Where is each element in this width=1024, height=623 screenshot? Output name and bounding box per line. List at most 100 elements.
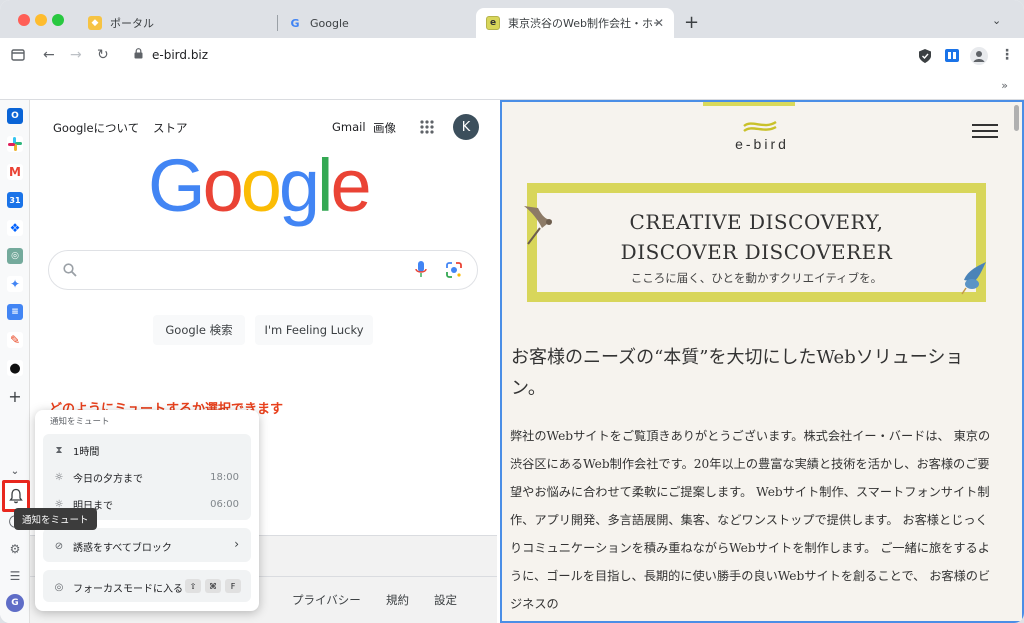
mute-option-1-hour[interactable]: ⧗ 1時間 [53, 443, 99, 458]
calendar-icon[interactable]: 31 [7, 192, 23, 208]
bookmarks-more-button[interactable]: » [1001, 79, 1008, 92]
hero-inner: CREATIVE DISCOVERY, DISCOVER DISCOVERER … [537, 193, 976, 292]
address-bar[interactable]: e-bird.biz [152, 48, 208, 62]
block-all-label: 誘惑をすべてブロック [73, 543, 172, 554]
search-icon [63, 263, 77, 277]
minimize-window-button[interactable] [35, 14, 47, 26]
collapse-chevron-icon[interactable]: ⌄ [7, 463, 23, 479]
mute-menu-title: 通知をミュート [50, 417, 110, 427]
tab-title: Google [310, 16, 349, 30]
chatgpt-icon[interactable]: ◎ [7, 248, 23, 264]
gmail-icon[interactable]: M [7, 164, 23, 180]
lock-icon[interactable] [134, 48, 143, 59]
hamburger-menu-icon[interactable] [972, 124, 998, 138]
list-icon[interactable]: ☰ [7, 568, 23, 584]
mute-option-label: 今日の夕方まで [73, 474, 143, 485]
close-tab-icon[interactable]: ✕ [654, 16, 664, 30]
mute-tooltip: 通知をミュート [14, 508, 97, 530]
logo-letter: o [240, 144, 282, 227]
top-accent-bar [703, 102, 795, 106]
privacy-link[interactable]: プライバシー [292, 592, 361, 608]
maximize-window-button[interactable] [52, 14, 64, 26]
about-link[interactable]: Googleについて [53, 120, 139, 136]
bird-illustration-icon [524, 206, 552, 245]
sidebar-toggle-icon[interactable] [11, 49, 25, 61]
tab-strip: ◆ ポータル G Google e 東京渋谷のWeb制作会社・ホーム ✕ + ⌄ [0, 0, 1024, 38]
docs-icon[interactable]: ≡ [7, 304, 23, 320]
mute-option-time: 06:00 [210, 499, 239, 510]
mute-option-time: 18:00 [210, 472, 239, 483]
tab-portal[interactable]: ◆ ポータル [80, 8, 275, 38]
toolbar: ← → ↻ e-bird.biz ⋮ [0, 38, 1024, 74]
app-icon[interactable]: ✎ [7, 332, 23, 348]
block-icon: ⊘ [54, 541, 64, 552]
side-panel: O M 31 ❖ ◎ ✦ ≡ ✎ ● + ⌄ ⓘ ⚙ ☰ G [0, 100, 30, 623]
settings-gear-icon[interactable]: ⚙ [7, 541, 23, 557]
ebird-favicon-icon: e [486, 16, 500, 30]
mute-option-label: 1時間 [73, 447, 100, 458]
forward-icon[interactable]: → [70, 47, 82, 63]
search-input[interactable] [48, 250, 478, 290]
store-link[interactable]: ストア [153, 120, 188, 136]
tab-title: 東京渋谷のWeb制作会社・ホーム [508, 17, 658, 30]
chevron-right-icon: › [234, 537, 239, 551]
shortcut-key: F [225, 579, 241, 593]
close-window-button[interactable] [18, 14, 30, 26]
outlook-icon[interactable]: O [7, 108, 23, 124]
account-avatar[interactable]: K [453, 114, 479, 140]
tab-google[interactable]: G Google [280, 8, 475, 38]
scrollbar-thumb[interactable] [1014, 105, 1019, 131]
tab-search-chevron-icon[interactable]: ⌄ [992, 14, 1001, 27]
settings-link[interactable]: 設定 [434, 592, 457, 608]
focus-mode-item: ◎ フォーカスモードに入る [53, 580, 183, 595]
block-all-item: ⊘ 誘惑をすべてブロック [53, 539, 172, 554]
gmail-link[interactable]: Gmail [332, 120, 366, 134]
focus-mode-label: フォーカスモードに入る [73, 584, 183, 595]
profile-avatar-icon[interactable] [970, 47, 988, 65]
google-lens-icon[interactable] [446, 262, 462, 278]
logo-letter: G [148, 144, 206, 227]
logo-letter: o [202, 144, 244, 227]
tab-ebird[interactable]: e 東京渋谷のWeb制作会社・ホーム ✕ [476, 8, 674, 38]
microphone-icon[interactable] [415, 261, 427, 279]
terms-link[interactable]: 規約 [386, 592, 409, 608]
shield-extension-icon[interactable] [918, 48, 932, 64]
images-link[interactable]: 画像 [373, 120, 396, 136]
dropbox-icon[interactable]: ❖ [7, 220, 23, 236]
tab-separator [277, 15, 278, 31]
reading-extension-icon[interactable] [945, 49, 959, 62]
github-icon[interactable]: ● [7, 360, 23, 376]
sun-icon: ☼ [54, 472, 64, 483]
bluebird-illustration-icon [961, 262, 986, 295]
back-icon[interactable]: ← [43, 47, 55, 63]
new-tab-button[interactable]: + [684, 12, 699, 33]
focus-mode-button[interactable]: ◎ フォーカスモードに入る ⇧ ⌘ F [43, 570, 251, 602]
apps-grid-icon[interactable] [420, 120, 434, 134]
tab-title: ポータル [110, 17, 154, 30]
hourglass-icon: ⧗ [55, 445, 63, 456]
shortcut-key: ⇧ [185, 579, 201, 593]
slack-icon[interactable] [7, 136, 23, 152]
google-favicon-icon: G [290, 16, 300, 30]
add-app-icon[interactable]: + [7, 387, 23, 406]
feeling-lucky-button[interactable]: I'm Feeling Lucky [255, 315, 373, 345]
bell-icon [9, 488, 23, 504]
section-heading: お客様のニーズの“本質”を大切にしたWebソリューション。 [511, 347, 964, 399]
logo-letter: g [278, 144, 320, 227]
profile-avatar[interactable]: G [6, 594, 24, 612]
intro-paragraph: 弊社のWebサイトをご覧頂きありがとうございます。株式会社イー・バードは、 東京… [510, 429, 991, 611]
shortcut-key: ⌘ [205, 579, 221, 593]
block-distractions-button[interactable]: ⊘ 誘惑をすべてブロック › [43, 528, 251, 562]
ebird-logo-text[interactable]: e-bird [502, 136, 1022, 152]
keyboard-shortcut: ⇧ ⌘ F [181, 579, 241, 593]
google-logo: Google [148, 146, 380, 226]
mute-option-until-evening[interactable]: ☼ 今日の夕方まで [53, 470, 143, 485]
menu-kebab-icon[interactable]: ⋮ [1000, 47, 1014, 63]
portal-favicon-icon: ◆ [88, 16, 102, 30]
hero-banner: CREATIVE DISCOVERY, DISCOVER DISCOVERER … [527, 183, 986, 302]
reload-icon[interactable]: ↻ [97, 47, 109, 63]
hero-title-line2: DISCOVER DISCOVERER [620, 240, 893, 264]
logo-letter: l [317, 144, 334, 227]
google-search-button[interactable]: Google 検索 [153, 315, 245, 345]
gemini-icon[interactable]: ✦ [7, 276, 23, 292]
